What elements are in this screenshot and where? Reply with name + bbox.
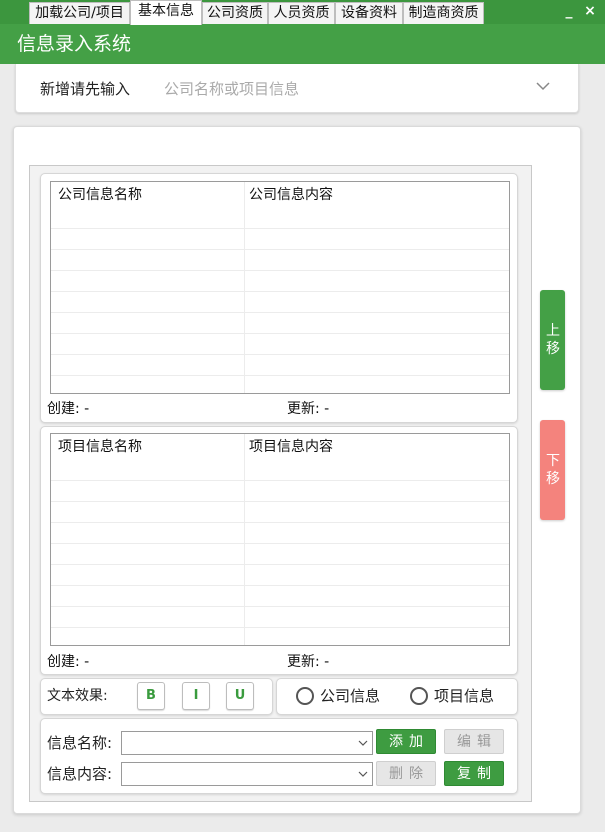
copy-button[interactable]: 复制 [444, 761, 504, 786]
chevron-down-icon[interactable] [358, 737, 368, 749]
project-info-radio-label[interactable]: 项目信息 [434, 686, 494, 706]
minimize-button[interactable]: _ [562, 4, 576, 18]
tab-equipment-info[interactable]: 设备资料 [335, 2, 403, 24]
underline-button[interactable]: U [226, 682, 254, 710]
company-info-radio-label[interactable]: 公司信息 [320, 686, 380, 706]
tab-company-qualification[interactable]: 公司资质 [202, 2, 268, 24]
close-button[interactable]: × [583, 4, 597, 18]
company-info-radio[interactable] [296, 687, 314, 705]
company-info-grid[interactable]: 公司信息名称 公司信息内容 [50, 181, 510, 394]
bold-button[interactable]: B [137, 682, 165, 710]
info-name-label: 信息名称: [47, 734, 113, 752]
add-new-panel: 新增请先输入 [15, 64, 579, 113]
app-title: 信息录入系统 [17, 33, 132, 55]
text-effect-label: 文本效果: [47, 688, 108, 704]
info-content-label: 信息内容: [47, 765, 113, 783]
edit-button[interactable]: 编辑 [444, 729, 504, 754]
move-up-label-1: 上 [546, 323, 560, 339]
tab-basic-info[interactable]: 基本信息 [130, 0, 202, 25]
add-button[interactable]: 添加 [376, 729, 436, 754]
add-new-input[interactable] [164, 78, 524, 100]
info-name-combobox[interactable] [121, 731, 373, 755]
move-up-button[interactable]: 上 移 [540, 290, 565, 390]
italic-button[interactable]: I [182, 682, 210, 710]
move-down-label-2: 移 [546, 471, 560, 487]
company-col-content-header[interactable]: 公司信息内容 [249, 185, 333, 205]
tab-personnel-qualification[interactable]: 人员资质 [268, 2, 335, 24]
company-col-name-header[interactable]: 公司信息名称 [58, 185, 142, 205]
project-info-radio[interactable] [410, 687, 428, 705]
project-info-grid[interactable]: 项目信息名称 项目信息内容 [50, 433, 510, 646]
add-new-label: 新增请先输入 [40, 80, 131, 98]
project-created-label: 创建: - [47, 654, 90, 670]
delete-button[interactable]: 删除 [376, 761, 436, 786]
tab-manufacturer-qualification[interactable]: 制造商资质 [403, 2, 484, 24]
tab-load-company-project[interactable]: 加载公司/项目 [29, 2, 130, 24]
chevron-down-icon[interactable] [535, 76, 551, 96]
move-down-label-1: 下 [546, 453, 560, 469]
info-content-combobox[interactable] [121, 762, 373, 786]
move-up-label-2: 移 [546, 341, 560, 357]
company-created-label: 创建: - [47, 401, 90, 417]
project-col-name-header[interactable]: 项目信息名称 [58, 437, 142, 457]
project-updated-label: 更新: - [287, 654, 330, 670]
chevron-down-icon[interactable] [358, 768, 368, 780]
project-col-content-header[interactable]: 项目信息内容 [249, 437, 333, 457]
company-updated-label: 更新: - [287, 401, 330, 417]
move-down-button[interactable]: 下 移 [540, 420, 565, 520]
